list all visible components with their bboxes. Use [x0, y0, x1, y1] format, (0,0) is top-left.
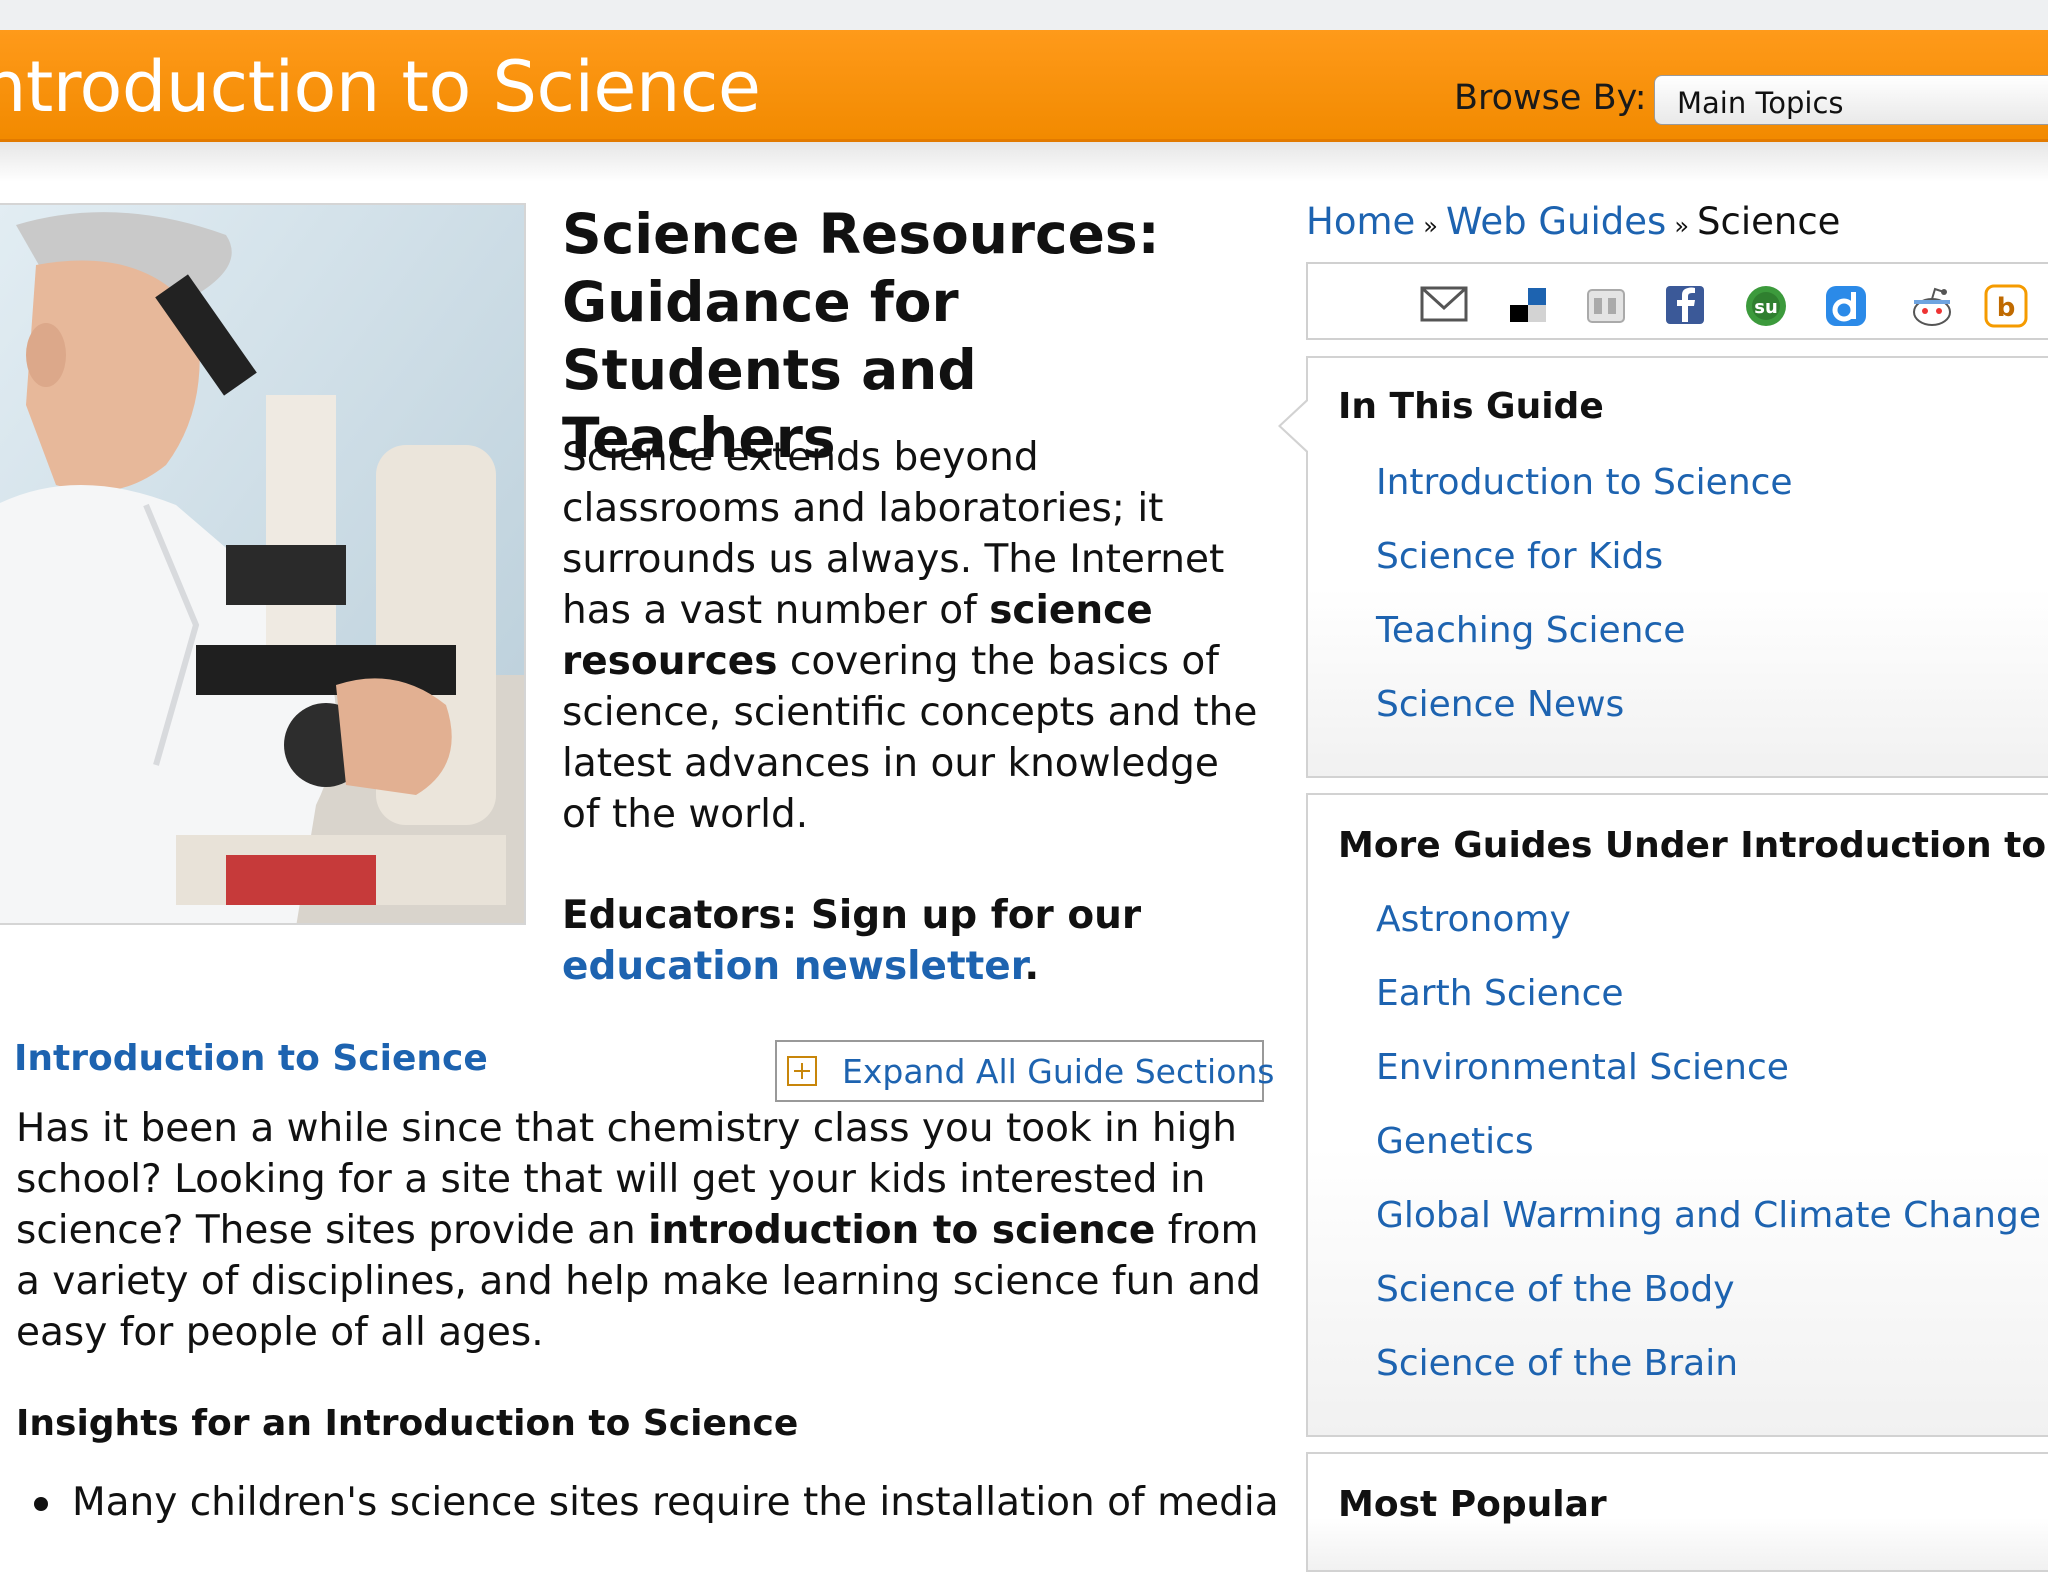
more-guide-astronomy[interactable]: Astronomy — [1376, 899, 1571, 940]
page-title: ntroduction to Science — [0, 46, 761, 128]
in-this-guide-box: In This Guide Introduction to Science Sc… — [1278, 356, 2048, 778]
facebook-icon[interactable] — [1664, 284, 1708, 326]
newsletter-link[interactable]: education newsletter — [562, 944, 1024, 989]
breadcrumb-home[interactable]: Home — [1306, 200, 1415, 243]
blinklist-icon[interactable]: b — [1984, 284, 2028, 328]
article-intro: Science extends beyond classrooms and la… — [562, 435, 1258, 837]
reddit-icon[interactable] — [1908, 284, 1952, 326]
email-icon[interactable] — [1420, 284, 1468, 326]
guide-link-intro[interactable]: Introduction to Science — [1376, 462, 1793, 503]
diigo-icon[interactable] — [1824, 284, 1868, 326]
more-guide-body[interactable]: Science of the Body — [1376, 1269, 1735, 1310]
browse-by-select[interactable]: Main Topics — [1654, 75, 2048, 125]
educators-signup: Educators: Sign up for our education new… — [562, 893, 1142, 989]
expand-plus-icon — [787, 1056, 817, 1086]
expand-all-button[interactable]: Expand All Guide Sections — [775, 1040, 1275, 1102]
svg-text:su: su — [1754, 297, 1778, 318]
digg-icon[interactable] — [1584, 284, 1628, 326]
more-guide-brain[interactable]: Science of the Brain — [1376, 1343, 1738, 1384]
section-title[interactable]: Introduction to Science — [14, 1038, 488, 1079]
breadcrumb-separator: » — [1423, 212, 1438, 240]
guide-link-news[interactable]: Science News — [1376, 684, 1624, 725]
more-guide-earth-science[interactable]: Earth Science — [1376, 973, 1624, 1014]
section-body: Has it been a while since that chemistry… — [16, 1106, 1261, 1355]
guide-link-teaching[interactable]: Teaching Science — [1376, 610, 1685, 651]
more-guide-environmental-science[interactable]: Environmental Science — [1376, 1047, 1789, 1088]
most-popular-box: Most Popular — [1306, 1452, 2048, 1572]
bullet-icon — [34, 1497, 48, 1511]
breadcrumb-web-guides[interactable]: Web Guides — [1446, 200, 1666, 243]
in-this-guide-heading: In This Guide — [1338, 386, 1604, 427]
expand-all-label: Expand All Guide Sections — [842, 1052, 1275, 1091]
more-guide-global-warming[interactable]: Global Warming and Climate Change — [1376, 1195, 2041, 1236]
insights-heading: Insights for an Introduction to Science — [16, 1403, 799, 1444]
more-guides-box: More Guides Under Introduction to Scier … — [1306, 793, 2048, 1437]
share-bar: su b — [1306, 262, 2048, 340]
guide-link-kids[interactable]: Science for Kids — [1376, 536, 1663, 577]
breadcrumb: Home » Web Guides » Science — [1306, 200, 1840, 243]
more-guides-heading: More Guides Under Introduction to Scier — [1338, 825, 2048, 866]
breadcrumb-current: Science — [1697, 200, 1841, 243]
scientist-microscope-photo — [0, 203, 526, 925]
breadcrumb-separator: » — [1674, 212, 1689, 240]
browse-by-label: Browse By: — [1454, 78, 1647, 118]
most-popular-heading: Most Popular — [1338, 1484, 1607, 1525]
top-strip — [0, 0, 2048, 30]
page-header: ntroduction to Science Browse By: Main T… — [0, 30, 2048, 142]
svg-text:b: b — [1997, 293, 2016, 323]
more-guide-genetics[interactable]: Genetics — [1376, 1121, 1534, 1162]
header-shadow-band — [0, 142, 2048, 182]
stumbleupon-icon[interactable]: su — [1744, 284, 1788, 326]
delicious-icon[interactable] — [1506, 284, 1550, 326]
bullet-item: Many children's science sites require th… — [72, 1480, 1279, 1525]
scientist-illustration — [0, 205, 524, 923]
